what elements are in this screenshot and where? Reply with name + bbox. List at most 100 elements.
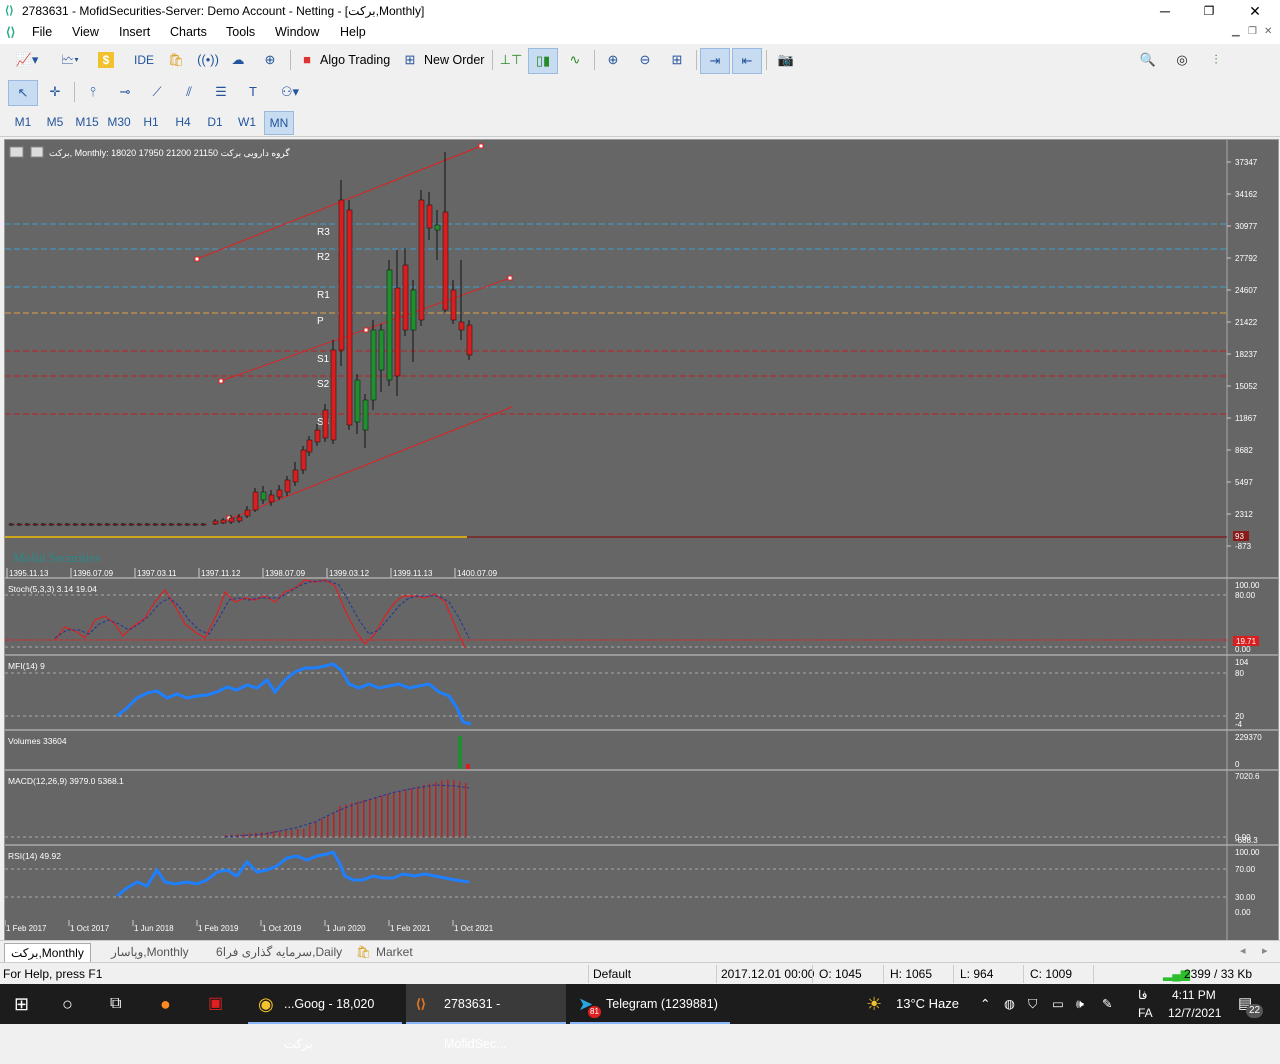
app-red-icon[interactable]: ▣ <box>208 984 223 1024</box>
tab-vpasar-monthly[interactable]: وپاسار,Monthly <box>105 943 195 961</box>
display-tray-icon[interactable]: ▭ <box>1052 984 1064 1024</box>
taskbar-mt5[interactable]: ⟨⟩ 2783631 - MofidSec... <box>406 984 566 1051</box>
task-view-icon[interactable]: ⧉ <box>110 984 121 1024</box>
screenshot-icon[interactable]: 📷 <box>772 48 800 72</box>
menu-charts[interactable]: Charts <box>170 25 207 39</box>
channel-anchor-2[interactable] <box>478 143 484 149</box>
algo-trading-icon[interactable]: ■ <box>298 48 316 72</box>
cursor-icon[interactable]: ↖ <box>8 80 38 106</box>
candle-body <box>244 509 251 517</box>
tab-market[interactable]: Market <box>370 943 419 961</box>
autoscroll-icon[interactable]: ⇥ <box>700 48 730 74</box>
channel-icon[interactable]: ⫽ <box>176 80 202 104</box>
market-icon[interactable]: 🛍 <box>164 48 188 72</box>
candle-body <box>160 523 167 526</box>
taskbar-telegram[interactable]: ➤ 81 Telegram (1239881) <box>570 984 730 1024</box>
input-lang-fa[interactable]: فا <box>1138 988 1147 1002</box>
candle-body <box>176 523 183 526</box>
macd-histogram <box>225 779 467 837</box>
channel-anchor-3[interactable] <box>218 378 224 384</box>
input-lang-code[interactable]: FA <box>1138 1006 1153 1020</box>
mdi-minimize-icon[interactable]: ▁ <box>1232 26 1240 37</box>
chart-window[interactable]: برکت, Monthly: 18020 17950 21200 21150 گ… <box>4 139 1279 941</box>
tf-h1[interactable]: H1 <box>136 111 166 133</box>
tf-mn[interactable]: MN <box>264 111 294 135</box>
volumes-axis: 229370 0 <box>1235 733 1262 769</box>
tab-scroll-left-icon[interactable]: ◂ <box>1240 944 1246 957</box>
fibonacci-icon[interactable]: ☰ <box>208 80 234 104</box>
bar-chart-icon[interactable]: ⊥⊤ <box>498 48 524 72</box>
network-tray-icon[interactable]: ◍ <box>1004 984 1015 1024</box>
trendline-icon[interactable]: ⟋ <box>144 80 170 104</box>
tf-h4[interactable]: H4 <box>168 111 198 133</box>
chart-trade-icon[interactable] <box>30 146 44 158</box>
zoom-out-icon[interactable]: ⊖ <box>632 48 658 72</box>
volume-tray-icon[interactable]: 🕪 <box>1076 984 1084 1024</box>
signals-icon[interactable]: ((•)) <box>196 48 220 72</box>
profiles-icon[interactable]: 🗠▾ <box>52 48 88 72</box>
new-chart-icon[interactable]: 📈▾ <box>8 48 46 72</box>
chart-canvas[interactable]: برکت, Monthly: 18020 17950 21200 21150 گ… <box>5 140 1278 940</box>
tf-m15[interactable]: M15 <box>72 111 102 133</box>
new-order-button[interactable]: New Order <box>424 48 484 72</box>
tab-barakat-monthly[interactable]: برکت,Monthly <box>4 943 91 962</box>
ide-button[interactable]: IDE <box>130 48 158 72</box>
shield-tray-icon[interactable]: ⛉ <box>1028 984 1037 1024</box>
tf-m30[interactable]: M30 <box>104 111 134 133</box>
maximize-button[interactable]: ❐ <box>1186 0 1232 22</box>
menu-view[interactable]: View <box>72 25 99 39</box>
channel-anchor-6[interactable] <box>363 327 369 333</box>
account-icon[interactable]: ◎ <box>1170 48 1194 72</box>
text-icon[interactable]: T <box>240 80 266 104</box>
taskbar-date[interactable]: 12/7/2021 <box>1168 1006 1221 1020</box>
tab-fara6-daily[interactable]: سرمایه گذاری فرا6,Daily <box>210 943 348 961</box>
windows-start-icon[interactable]: ⊞ <box>14 984 29 1024</box>
app-menu-icon[interactable]: ⟨⟩ <box>6 25 15 39</box>
menu-tools[interactable]: Tools <box>226 25 255 39</box>
show-hidden-icons[interactable]: ⌃ <box>980 984 990 1024</box>
search-circle-icon[interactable]: ○ <box>62 984 73 1024</box>
close-button[interactable]: ✕ <box>1232 0 1278 22</box>
tab-scroll-right-icon[interactable]: ▸ <box>1262 944 1268 957</box>
weather-text[interactable]: 13°C Haze <box>896 984 959 1024</box>
mdi-restore-icon[interactable]: ❐ <box>1248 26 1257 37</box>
crosshair-icon[interactable]: ✛ <box>42 80 68 104</box>
vps-cloud-icon[interactable]: ☁ <box>226 48 250 72</box>
vertical-line-icon[interactable]: ⫯ <box>80 80 106 104</box>
new-order-icon[interactable]: ⊞ <box>400 48 420 72</box>
horizontal-line-icon[interactable]: ⊸ <box>112 80 138 104</box>
taskbar-chrome[interactable]: ◉ ...Goog - 18,020 برکت <box>248 984 402 1051</box>
chart-menu-icon[interactable] <box>9 146 24 158</box>
tile-windows-icon[interactable]: ⊞ <box>664 48 690 72</box>
zoom-in-icon[interactable]: ⊕ <box>600 48 626 72</box>
candlestick-chart-icon[interactable]: ▯▮ <box>528 48 558 74</box>
algo-trading-button[interactable]: Algo Trading <box>320 48 390 72</box>
line-chart-icon[interactable]: ∿ <box>562 48 588 72</box>
taskbar-time[interactable]: 4:11 PM <box>1172 988 1216 1002</box>
chart-shift-icon[interactable]: ⇤ <box>732 48 762 74</box>
channel-anchor-1[interactable] <box>194 256 200 262</box>
minimize-button[interactable]: ─ <box>1142 0 1188 22</box>
channel-lower-line[interactable] <box>226 406 513 521</box>
community-icon[interactable]: ⊕ <box>258 48 282 72</box>
search-icon[interactable]: 🔍 <box>1136 48 1160 72</box>
tf-m5[interactable]: M5 <box>40 111 70 133</box>
menu-insert[interactable]: Insert <box>119 25 150 39</box>
menu-help[interactable]: Help <box>340 25 366 39</box>
channel-anchor-4[interactable] <box>507 275 513 281</box>
mdi-close-icon[interactable]: ✕ <box>1264 26 1272 37</box>
candle-body <box>354 379 361 423</box>
tf-d1[interactable]: D1 <box>200 111 230 133</box>
pivot-label-s2: S2 <box>317 379 330 390</box>
firefox-icon[interactable]: ● <box>160 984 171 1024</box>
macd-bar <box>429 783 431 837</box>
shapes-icon[interactable]: ⚇▾ <box>272 80 308 104</box>
market-watch-icon[interactable]: $ <box>94 48 118 72</box>
menu-file[interactable]: File <box>32 25 52 39</box>
telegram-badge: 81 <box>588 1006 601 1018</box>
tf-w1[interactable]: W1 <box>232 111 262 133</box>
top-date-label: 1400.07.09 <box>457 569 498 578</box>
menu-window[interactable]: Window <box>275 25 319 39</box>
tf-m1[interactable]: M1 <box>8 111 38 133</box>
pen-tray-icon[interactable]: ✎ <box>1102 984 1112 1024</box>
